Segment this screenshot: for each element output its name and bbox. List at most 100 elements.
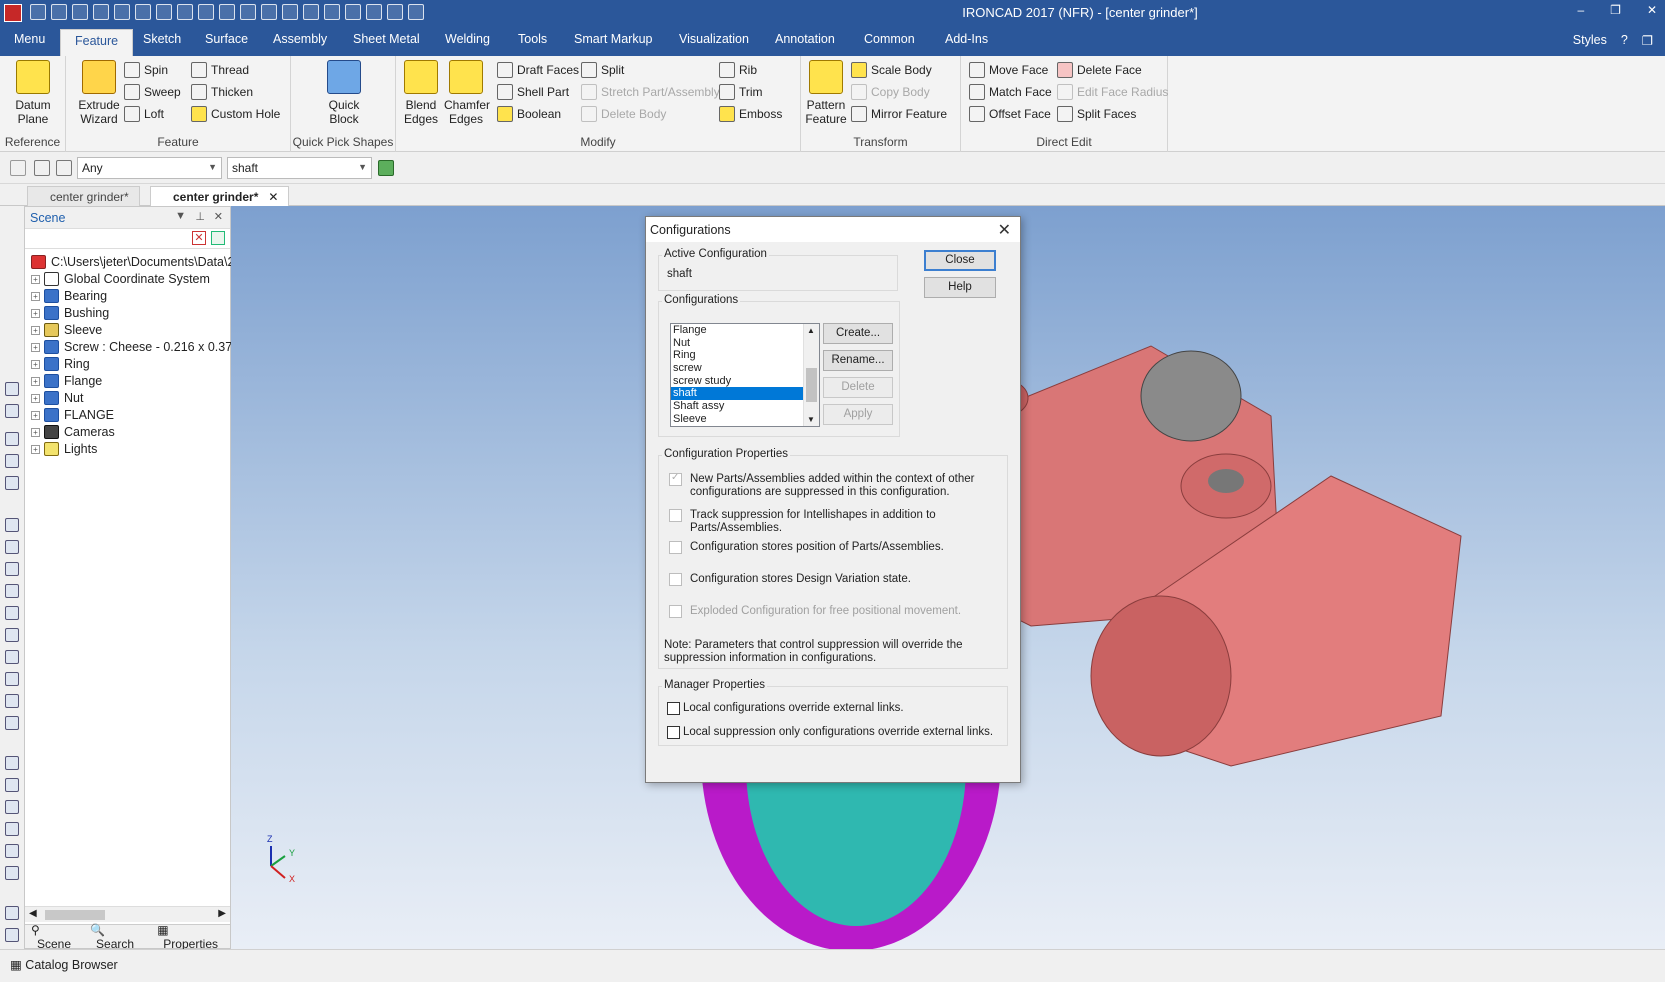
local-config-override-checkbox[interactable] bbox=[667, 702, 680, 715]
expand-icon[interactable]: + bbox=[31, 342, 40, 352]
folder-icon[interactable] bbox=[135, 4, 151, 20]
list-item[interactable]: Ring bbox=[671, 349, 819, 362]
copy-body-button[interactable]: Copy Body bbox=[851, 82, 930, 102]
expand-icon[interactable]: + bbox=[31, 359, 40, 369]
view-cube-icon[interactable] bbox=[5, 694, 19, 708]
expand-icon[interactable]: + bbox=[31, 274, 40, 284]
undo-icon[interactable] bbox=[240, 4, 256, 20]
pattern-feature-button[interactable]: Pattern Feature bbox=[805, 60, 847, 126]
view-cube-icon[interactable] bbox=[5, 628, 19, 642]
prop-checkbox-new-parts[interactable]: ✓ bbox=[669, 472, 682, 486]
section-icon[interactable] bbox=[5, 800, 19, 814]
prop-checkbox-track-suppression[interactable] bbox=[669, 509, 682, 522]
configuration-combo[interactable]: shaft ▼ bbox=[227, 157, 372, 179]
help-button[interactable]: Help bbox=[924, 277, 996, 298]
prop-checkbox-design-variation[interactable] bbox=[669, 573, 682, 586]
scroll-left-icon[interactable]: ◀ bbox=[29, 908, 37, 919]
view-cube-icon[interactable] bbox=[5, 650, 19, 664]
delete-face-button[interactable]: Delete Face bbox=[1057, 60, 1142, 80]
sketch-icon[interactable] bbox=[5, 906, 19, 920]
tab-menu[interactable]: Menu bbox=[14, 32, 45, 46]
move-icon[interactable] bbox=[198, 4, 214, 20]
view-cube-icon[interactable] bbox=[5, 584, 19, 598]
scale-body-button[interactable]: Scale Body bbox=[851, 60, 932, 80]
extrude-wizard-button[interactable]: Extrude Wizard bbox=[74, 60, 124, 126]
pointer-icon[interactable] bbox=[34, 160, 50, 176]
filter-icon[interactable] bbox=[211, 231, 225, 245]
tree-item[interactable]: + Nut bbox=[31, 389, 83, 407]
maximize-button[interactable]: ❐ bbox=[1610, 3, 1621, 17]
help-icon[interactable] bbox=[387, 4, 403, 20]
expand-icon[interactable]: + bbox=[31, 325, 40, 335]
close-window-button[interactable]: ✕ bbox=[1647, 3, 1657, 17]
tool-icon[interactable] bbox=[5, 454, 19, 468]
tool-icon[interactable] bbox=[5, 432, 19, 446]
selection-filter-combo[interactable]: Any ▼ bbox=[77, 157, 222, 179]
tree-root[interactable]: C:\Users\jeter\Documents\Data\2 bbox=[31, 253, 234, 271]
boolean-button[interactable]: Boolean bbox=[497, 104, 561, 124]
shell-part-button[interactable]: Shell Part bbox=[497, 82, 569, 102]
catalog-icon[interactable] bbox=[324, 4, 340, 20]
list-item[interactable]: Flange bbox=[671, 324, 819, 337]
close-button[interactable]: Close bbox=[924, 250, 996, 271]
tab-feature[interactable]: Feature bbox=[60, 29, 134, 56]
save-icon[interactable] bbox=[114, 4, 130, 20]
emboss-button[interactable]: Emboss bbox=[719, 104, 782, 124]
expand-icon[interactable]: + bbox=[31, 410, 40, 420]
no-entry-icon[interactable] bbox=[5, 866, 19, 880]
scroll-thumb[interactable] bbox=[806, 368, 817, 402]
expand-icon[interactable]: + bbox=[31, 291, 40, 301]
app-logo-icon[interactable] bbox=[4, 4, 22, 22]
tree-item[interactable]: + Ring bbox=[31, 355, 90, 373]
tab-common[interactable]: Common bbox=[864, 32, 915, 46]
apply-button[interactable]: Apply bbox=[823, 404, 893, 425]
rib-button[interactable]: Rib bbox=[719, 60, 757, 80]
select-tool-icon[interactable] bbox=[10, 160, 26, 176]
tab-scene[interactable]: ⚲ Scene bbox=[25, 923, 84, 951]
tab-visualization[interactable]: Visualization bbox=[679, 32, 749, 46]
window-icon[interactable] bbox=[366, 4, 382, 20]
settings-icon[interactable] bbox=[408, 4, 424, 20]
list-item[interactable]: screw study bbox=[671, 375, 819, 388]
dialog-close-icon[interactable]: ✕ bbox=[998, 220, 1011, 240]
prop-checkbox-stores-position[interactable] bbox=[669, 541, 682, 554]
triball-icon[interactable] bbox=[303, 4, 319, 20]
tree-item[interactable]: + Cameras bbox=[31, 423, 115, 441]
blend-edges-button[interactable]: Blend Edges bbox=[402, 60, 440, 126]
loft-button[interactable]: Loft bbox=[124, 104, 164, 124]
view-cube-icon[interactable] bbox=[5, 518, 19, 532]
tool-icon[interactable] bbox=[5, 382, 19, 396]
orbit-icon[interactable] bbox=[5, 844, 19, 858]
configuration-manager-icon[interactable] bbox=[378, 160, 394, 176]
scroll-up-icon[interactable]: ▲ bbox=[807, 326, 815, 335]
create-button[interactable]: Create... bbox=[823, 323, 893, 344]
tab-tools[interactable]: Tools bbox=[518, 32, 547, 46]
list-item[interactable]: screw bbox=[671, 362, 819, 375]
help-menu-icon[interactable]: ? bbox=[1621, 33, 1628, 48]
trim-button[interactable]: Trim bbox=[719, 82, 763, 102]
tree-item[interactable]: + Global Coordinate System bbox=[31, 270, 210, 288]
thread-button[interactable]: Thread bbox=[191, 60, 249, 80]
tree-item[interactable]: + Bushing bbox=[31, 304, 109, 322]
tab-search[interactable]: 🔍 Search bbox=[84, 923, 151, 951]
draft-faces-button[interactable]: Draft Faces bbox=[497, 60, 579, 80]
mirror-feature-button[interactable]: Mirror Feature bbox=[851, 104, 947, 124]
scroll-thumb[interactable] bbox=[45, 910, 105, 920]
configurations-listbox[interactable]: Flange Nut Ring screw screw study shaft … bbox=[670, 323, 820, 427]
tool-icon[interactable] bbox=[5, 476, 19, 490]
close-tab-icon[interactable]: ✕ bbox=[268, 190, 278, 204]
split-faces-button[interactable]: Split Faces bbox=[1057, 104, 1136, 124]
stretch-button[interactable]: Stretch Part/Assembly bbox=[581, 82, 720, 102]
view-cube-icon[interactable] bbox=[5, 716, 19, 730]
expand-icon[interactable]: + bbox=[31, 393, 40, 403]
close-all-icon[interactable] bbox=[93, 4, 109, 20]
doc-tab-1[interactable]: center grinder* bbox=[27, 186, 140, 206]
tab-annotation[interactable]: Annotation bbox=[775, 32, 835, 46]
rename-button[interactable]: Rename... bbox=[823, 350, 893, 371]
sweep-button[interactable]: Sweep bbox=[124, 82, 181, 102]
datum-plane-button[interactable]: Datum Plane bbox=[8, 60, 58, 126]
tab-smart-markup[interactable]: Smart Markup bbox=[574, 32, 653, 46]
quick-block-button[interactable]: Quick Block bbox=[316, 60, 372, 126]
tab-surface[interactable]: Surface bbox=[205, 32, 248, 46]
tree-item[interactable]: + Flange bbox=[31, 372, 102, 390]
